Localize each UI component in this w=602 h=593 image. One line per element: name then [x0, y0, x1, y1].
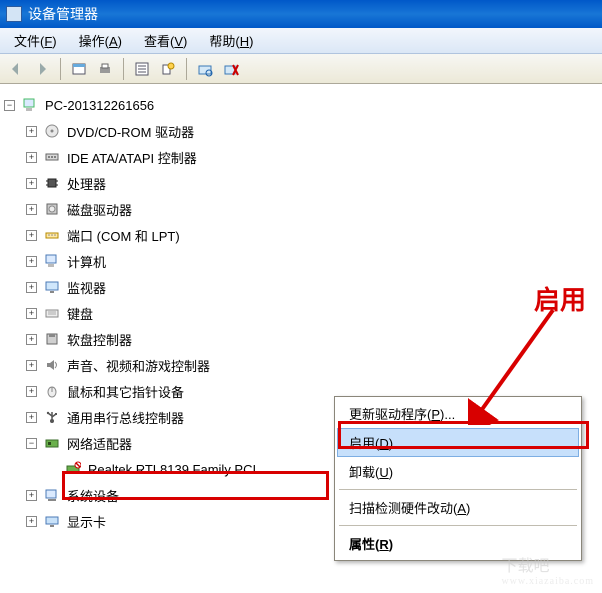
expand-icon[interactable]: +: [26, 152, 37, 163]
menu-scan-hardware[interactable]: 扫描检测硬件改动(A): [337, 493, 579, 522]
menu-separator: [339, 525, 577, 526]
toolbar-refresh-icon[interactable]: [156, 57, 180, 81]
tree-item-label: 鼠标和其它指针设备: [67, 382, 184, 401]
mouse-icon: [43, 382, 61, 400]
tree-item[interactable]: + 处理器: [4, 170, 598, 196]
expand-icon[interactable]: +: [26, 178, 37, 189]
expand-icon[interactable]: +: [26, 386, 37, 397]
expand-icon[interactable]: +: [26, 334, 37, 345]
watermark: 下载吧 www.xiazaiba.com: [501, 552, 594, 587]
sound-icon: [43, 356, 61, 374]
tree-item-label: Realtek RTL8139 Family PCI: [88, 462, 256, 477]
tree-item-label: 系统设备: [67, 486, 119, 505]
tree-item[interactable]: + 软盘控制器: [4, 326, 598, 352]
floppy-icon: [43, 330, 61, 348]
computer-icon: [43, 252, 61, 270]
tree-item[interactable]: + 端口 (COM 和 LPT): [4, 222, 598, 248]
toolbar-scan-icon[interactable]: [193, 57, 217, 81]
cd-icon: [43, 122, 61, 140]
tree-item[interactable]: + DVD/CD-ROM 驱动器: [4, 118, 598, 144]
expand-icon[interactable]: +: [26, 230, 37, 241]
watermark-url: www.xiazaiba.com: [501, 576, 594, 587]
system-icon: [43, 486, 61, 504]
menu-uninstall[interactable]: 卸载(U): [337, 457, 579, 486]
expand-icon[interactable]: +: [26, 126, 37, 137]
toolbar-view-icon[interactable]: [67, 57, 91, 81]
tree-item-label: 磁盘驱动器: [67, 200, 132, 219]
toolbar: [0, 54, 602, 84]
toolbar-print-icon[interactable]: [93, 57, 117, 81]
toolbar-back-button[interactable]: [4, 57, 28, 81]
expand-icon[interactable]: +: [26, 282, 37, 293]
tree-item[interactable]: + 监视器: [4, 274, 598, 300]
disk-icon: [43, 200, 61, 218]
expand-icon[interactable]: +: [26, 490, 37, 501]
tree-root[interactable]: − PC-201312261656: [4, 92, 598, 118]
toolbar-separator: [60, 58, 61, 80]
expand-icon[interactable]: +: [26, 360, 37, 371]
network-card-icon: [64, 460, 82, 478]
window-title: 设备管理器: [28, 4, 98, 24]
tree-root-label: PC-201312261656: [45, 98, 154, 113]
tree-item-label: 声音、视频和游戏控制器: [67, 356, 210, 375]
tree-item[interactable]: + 计算机: [4, 248, 598, 274]
menu-view[interactable]: 查看(V): [134, 28, 197, 53]
context-menu: 更新驱动程序(P)... 启用(D) 卸载(U) 扫描检测硬件改动(A) 属性(…: [334, 396, 582, 561]
toolbar-separator: [186, 58, 187, 80]
display-icon: [43, 512, 61, 530]
computer-icon: [21, 96, 39, 114]
expand-icon[interactable]: +: [26, 412, 37, 423]
tree-item-label: 计算机: [67, 252, 106, 271]
menu-separator: [339, 489, 577, 490]
port-icon: [43, 226, 61, 244]
expand-icon[interactable]: +: [26, 516, 37, 527]
tree-item[interactable]: + 磁盘驱动器: [4, 196, 598, 222]
menubar: 文件(F) 操作(A) 查看(V) 帮助(H): [0, 28, 602, 54]
tree-item-label: 端口 (COM 和 LPT): [67, 226, 180, 245]
watermark-text: 下载吧: [501, 558, 549, 575]
usb-icon: [43, 408, 61, 426]
expand-icon[interactable]: −: [26, 438, 37, 449]
menu-update-driver[interactable]: 更新驱动程序(P)...: [337, 399, 579, 428]
menu-help[interactable]: 帮助(H): [199, 28, 263, 53]
tree-item-label: DVD/CD-ROM 驱动器: [67, 122, 194, 141]
menu-enable[interactable]: 启用(D): [337, 428, 579, 457]
tree-item-label: 网络适配器: [67, 434, 132, 453]
menu-file[interactable]: 文件(F): [4, 28, 67, 53]
monitor-icon: [43, 278, 61, 296]
toolbar-disable-icon[interactable]: [219, 57, 243, 81]
expand-icon[interactable]: +: [26, 204, 37, 215]
tree-item-label: 通用串行总线控制器: [67, 408, 184, 427]
tree-item-label: 软盘控制器: [67, 330, 132, 349]
app-icon: [6, 6, 22, 22]
toolbar-forward-button[interactable]: [30, 57, 54, 81]
cpu-icon: [43, 174, 61, 192]
menu-action[interactable]: 操作(A): [69, 28, 132, 53]
tree-item[interactable]: + 键盘: [4, 300, 598, 326]
tree-item[interactable]: + IDE ATA/ATAPI 控制器: [4, 144, 598, 170]
tree-item-label: 显示卡: [67, 512, 106, 531]
keyboard-icon: [43, 304, 61, 322]
toolbar-properties-icon[interactable]: [130, 57, 154, 81]
expand-icon[interactable]: +: [26, 308, 37, 319]
tree-item-label: 监视器: [67, 278, 106, 297]
tree-item[interactable]: + 声音、视频和游戏控制器: [4, 352, 598, 378]
tree-item-label: 键盘: [67, 304, 93, 323]
ide-icon: [43, 148, 61, 166]
expand-icon[interactable]: +: [26, 256, 37, 267]
tree-item-label: 处理器: [67, 174, 106, 193]
net-icon: [43, 434, 61, 452]
callout-text: 启用: [534, 280, 586, 317]
tree-item-label: IDE ATA/ATAPI 控制器: [67, 148, 197, 167]
toolbar-separator: [123, 58, 124, 80]
collapse-icon[interactable]: −: [4, 100, 15, 111]
titlebar: 设备管理器: [0, 0, 602, 28]
